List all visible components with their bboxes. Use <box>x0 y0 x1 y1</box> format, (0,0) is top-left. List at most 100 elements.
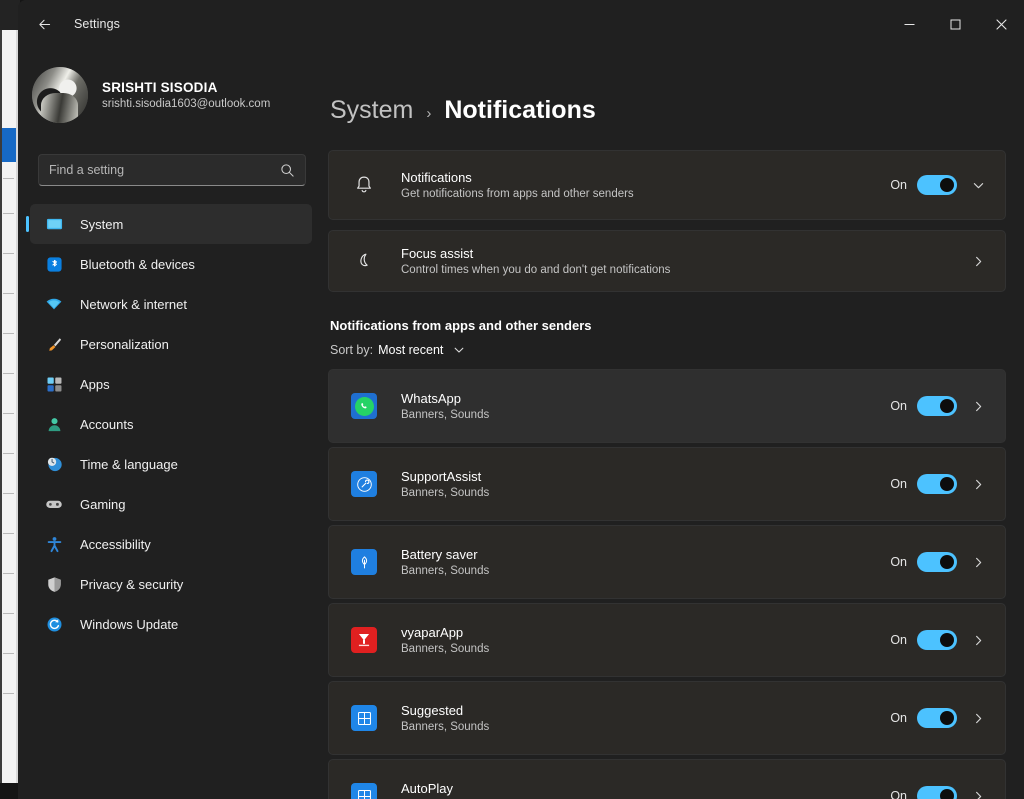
search-icon <box>280 163 295 178</box>
sidebar-item-privacy-security[interactable]: Privacy & security <box>30 564 312 604</box>
app-row-autoplay[interactable]: AutoPlay Banners, Sounds On <box>328 759 1006 799</box>
clock-globe-icon <box>44 454 64 474</box>
chevron-right-icon[interactable] <box>965 393 991 419</box>
account-block[interactable]: SRISHTI SISODIA srishti.sisodia1603@outl… <box>18 52 320 132</box>
background-window-sliver[interactable] <box>0 28 20 783</box>
chevron-right-icon[interactable] <box>965 471 991 497</box>
card-title: Focus assist <box>401 246 957 261</box>
app-row-battery-saver[interactable]: Battery saver Banners, Sounds On <box>328 525 1006 599</box>
notifications-card[interactable]: Notifications Get notifications from app… <box>328 150 1006 220</box>
breadcrumb: System › Notifications <box>330 48 1016 125</box>
sidebar-item-label: Network & internet <box>80 297 187 312</box>
back-button[interactable] <box>26 6 62 42</box>
app-row-whatsapp[interactable]: WhatsApp Banners, Sounds On <box>328 369 1006 443</box>
windows-tile-icon <box>351 705 377 731</box>
app-row-vyaparapp[interactable]: vyaparApp Banners, Sounds On <box>328 603 1006 677</box>
bluetooth-icon <box>44 254 64 274</box>
chevron-down-icon[interactable] <box>965 172 991 198</box>
avatar[interactable] <box>32 67 88 123</box>
chevron-right-icon[interactable] <box>965 549 991 575</box>
apps-grid-icon <box>44 374 64 394</box>
sidebar-item-gaming[interactable]: Gaming <box>30 484 312 524</box>
close-button[interactable] <box>978 0 1024 48</box>
app-row-supportassist[interactable]: SupportAssist Banners, Sounds On <box>328 447 1006 521</box>
app-name: AutoPlay <box>401 781 890 796</box>
chevron-right-icon[interactable] <box>965 627 991 653</box>
update-refresh-icon <box>44 614 64 634</box>
sidebar-item-system[interactable]: System <box>30 204 312 244</box>
sidebar-item-personalization[interactable]: Personalization <box>30 324 312 364</box>
app-toggle[interactable] <box>917 396 957 416</box>
sidebar-item-label: Gaming <box>80 497 126 512</box>
page-title: Notifications <box>444 96 595 125</box>
app-name: WhatsApp <box>401 391 890 406</box>
sidebar-item-accessibility[interactable]: Accessibility <box>30 524 312 564</box>
toggle-state-label: On <box>890 555 907 569</box>
search-box[interactable] <box>38 154 306 186</box>
maximize-icon <box>950 19 961 30</box>
sidebar-item-label: Time & language <box>80 457 178 472</box>
windows-tile-icon <box>351 783 377 799</box>
toggle-state-label: On <box>890 477 907 491</box>
background-window-accent <box>2 128 16 162</box>
apps-section-heading: Notifications from apps and other sender… <box>330 318 1016 333</box>
window-body: SRISHTI SISODIA srishti.sisodia1603@outl… <box>18 48 1024 799</box>
title-bar: Settings <box>18 0 1024 48</box>
settings-window: Settings <box>18 0 1024 799</box>
chevron-right-icon[interactable] <box>965 783 991 799</box>
toggle-state-label: On <box>890 633 907 647</box>
bell-icon <box>343 174 385 196</box>
sidebar-item-accounts[interactable]: Accounts <box>30 404 312 444</box>
window-controls <box>886 0 1024 48</box>
sidebar-item-windows-update[interactable]: Windows Update <box>30 604 312 644</box>
sidebar-item-time-language[interactable]: Time & language <box>30 444 312 484</box>
app-detail: Banners, Sounds <box>401 487 890 499</box>
wifi-icon <box>44 294 64 314</box>
supportassist-icon <box>351 471 377 497</box>
app-toggle[interactable] <box>917 708 957 728</box>
gamepad-icon <box>44 494 64 514</box>
sidebar-item-label: Personalization <box>80 337 169 352</box>
notifications-toggle[interactable] <box>917 175 957 195</box>
search-input[interactable] <box>49 163 280 177</box>
paintbrush-icon <box>44 334 64 354</box>
sidebar-nav: System Bluetooth & devices <box>18 204 320 644</box>
breadcrumb-parent-link[interactable]: System <box>330 96 413 125</box>
app-detail: Banners, Sounds <box>401 643 890 655</box>
app-toggle[interactable] <box>917 786 957 799</box>
breadcrumb-separator-icon: › <box>426 105 431 122</box>
accessibility-person-icon <box>44 534 64 554</box>
sort-label: Sort by: <box>330 343 373 357</box>
app-toggle[interactable] <box>917 552 957 572</box>
back-arrow-icon <box>36 16 53 33</box>
battery-saver-icon <box>351 549 377 575</box>
sidebar-item-label: Accessibility <box>80 537 151 552</box>
sidebar-item-bluetooth-devices[interactable]: Bluetooth & devices <box>30 244 312 284</box>
card-subtitle: Get notifications from apps and other se… <box>401 188 890 200</box>
sidebar: SRISHTI SISODIA srishti.sisodia1603@outl… <box>18 48 320 799</box>
monitor-icon <box>44 214 64 234</box>
minimize-button[interactable] <box>886 0 932 48</box>
focus-assist-card[interactable]: Focus assist Control times when you do a… <box>328 230 1006 292</box>
app-row-suggested[interactable]: Suggested Banners, Sounds On <box>328 681 1006 755</box>
account-email: srishti.sisodia1603@outlook.com <box>102 98 270 110</box>
sidebar-item-apps[interactable]: Apps <box>30 364 312 404</box>
card-title: Notifications <box>401 170 890 185</box>
sidebar-item-network-internet[interactable]: Network & internet <box>30 284 312 324</box>
chevron-right-icon[interactable] <box>965 248 991 274</box>
app-toggle[interactable] <box>917 474 957 494</box>
app-detail: Banners, Sounds <box>401 721 890 733</box>
chevron-down-icon[interactable] <box>452 343 466 357</box>
app-toggle[interactable] <box>917 630 957 650</box>
person-icon <box>44 414 64 434</box>
close-icon <box>996 19 1007 30</box>
app-detail: Banners, Sounds <box>401 409 890 421</box>
chevron-right-icon[interactable] <box>965 705 991 731</box>
whatsapp-icon <box>351 393 377 419</box>
sidebar-item-label: Privacy & security <box>80 577 183 592</box>
sort-control[interactable]: Sort by: Most recent <box>330 343 1016 357</box>
sidebar-item-label: Windows Update <box>80 617 178 632</box>
app-name: Battery saver <box>401 547 890 562</box>
vyapar-icon <box>351 627 377 653</box>
maximize-button[interactable] <box>932 0 978 48</box>
